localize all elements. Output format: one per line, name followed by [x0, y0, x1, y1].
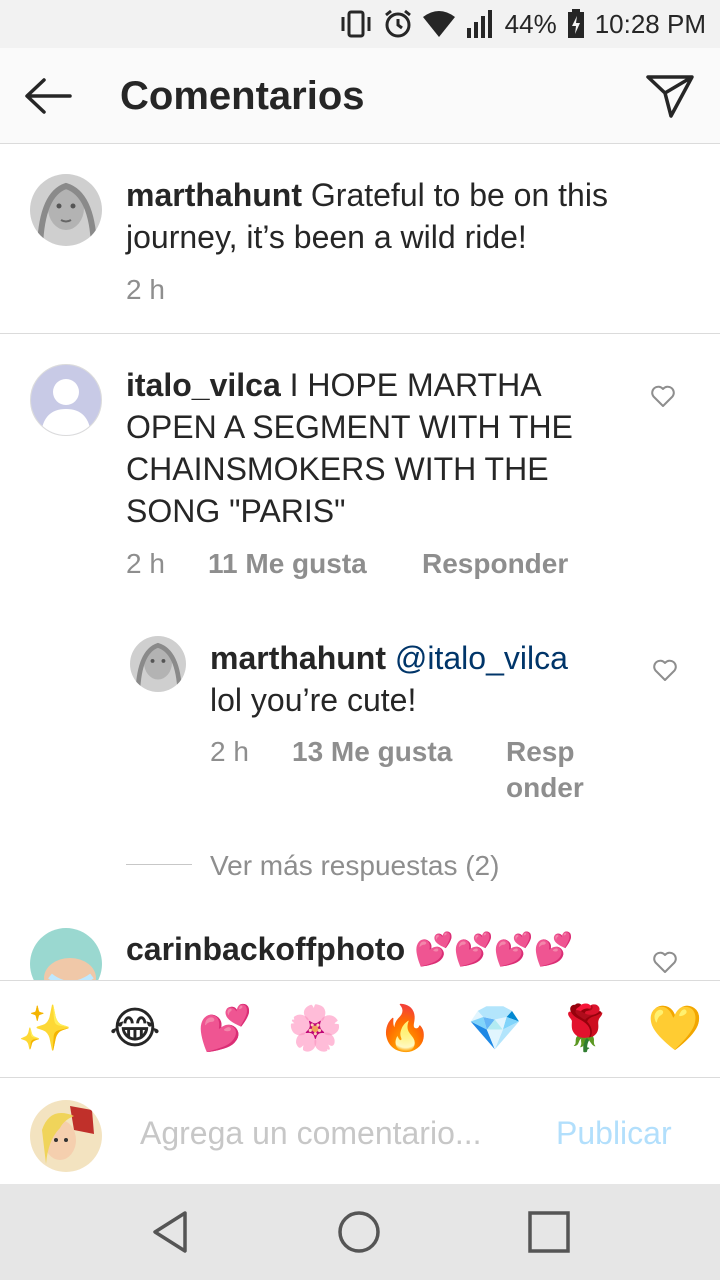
- heart-icon: [651, 385, 675, 407]
- caption-time: 2 h: [126, 274, 165, 305]
- status-bar: 44% 10:28 PM: [0, 0, 720, 48]
- emoji-bar: ✨ 😂 💕 🌸 🔥 💎 🌹 💛: [0, 980, 720, 1078]
- wifi-icon: [422, 11, 455, 37]
- vibrate-icon: [339, 9, 373, 39]
- arrow-left-icon: [25, 78, 72, 114]
- avatar: [30, 1100, 102, 1172]
- comment-likes[interactable]: 11 Me gusta: [208, 546, 367, 582]
- heart-icon: [653, 659, 677, 681]
- home-circle-icon: [338, 1211, 380, 1253]
- emoji-cherry-blossom[interactable]: 🌸: [285, 999, 345, 1059]
- signal-icon: [465, 10, 495, 38]
- avatar[interactable]: [30, 928, 102, 980]
- send-button[interactable]: [642, 68, 698, 124]
- reply-button[interactable]: Resp onder: [506, 734, 584, 806]
- comment-text: carinbackoffphoto 💕💕💕💕: [126, 928, 626, 970]
- system-nav-bar: [0, 1184, 720, 1280]
- like-button[interactable]: [652, 658, 678, 687]
- comment-text: italo_vilca I HOPE MARTHA OPEN A SEGMENT…: [126, 364, 626, 532]
- reply-likes[interactable]: 13 Me gusta: [292, 734, 452, 770]
- emoji-rose[interactable]: 🌹: [555, 999, 615, 1059]
- comment-meta: 2 h: [126, 546, 165, 582]
- emoji-two-hearts[interactable]: 💕: [195, 999, 255, 1059]
- emoji-sparkles[interactable]: ✨: [15, 999, 75, 1059]
- page-title: Comentarios: [120, 74, 365, 118]
- avatar[interactable]: [130, 636, 186, 692]
- battery-icon: [567, 9, 585, 39]
- likes-count[interactable]: 11 Me gusta: [208, 548, 367, 579]
- comment-body: 💕💕💕💕: [414, 931, 574, 967]
- caption-text: marthahunt Grateful to be on this journe…: [126, 174, 666, 258]
- nav-back-button[interactable]: [135, 1202, 205, 1262]
- avatar[interactable]: [30, 364, 102, 436]
- avatar[interactable]: [30, 174, 102, 246]
- likes-count[interactable]: 13 Me gusta: [292, 736, 452, 767]
- paper-plane-icon: [646, 75, 694, 118]
- emoji-tears-of-joy[interactable]: 😂: [105, 999, 165, 1059]
- view-more-line: [126, 864, 192, 865]
- heart-icon: [653, 951, 677, 973]
- partial-comment: carinbackoffphoto 💕💕💕💕: [0, 920, 720, 980]
- header: Comentarios: [0, 48, 720, 144]
- comment-username[interactable]: carinbackoffphoto: [126, 931, 405, 967]
- reply-text: marthahunt @italo_vilca lol you’re cute!: [210, 637, 630, 721]
- nav-home-button[interactable]: [324, 1202, 394, 1262]
- view-more-replies[interactable]: Ver más respuestas (2): [210, 848, 499, 884]
- comment-time: 2 h: [126, 548, 165, 579]
- reply-body: lol you’re cute!: [210, 682, 417, 718]
- back-triangle-icon: [153, 1211, 187, 1253]
- reply-button[interactable]: Responder: [422, 546, 568, 582]
- publish-button[interactable]: Publicar: [556, 1113, 672, 1153]
- reply-label-line1[interactable]: Resp: [506, 736, 574, 767]
- divider: [0, 333, 720, 334]
- nav-recents-button[interactable]: [514, 1202, 584, 1262]
- reply-username[interactable]: marthahunt: [210, 640, 386, 676]
- alarm-icon: [383, 9, 413, 39]
- emoji-yellow-heart[interactable]: 💛: [645, 999, 705, 1059]
- clock: 10:28 PM: [594, 8, 706, 39]
- emoji-gem[interactable]: 💎: [465, 999, 525, 1059]
- reply-label[interactable]: Responder: [422, 548, 568, 579]
- battery-percent: 44%: [504, 8, 557, 39]
- mention-link[interactable]: @italo_vilca: [395, 640, 568, 676]
- back-button[interactable]: [20, 68, 76, 124]
- emoji-fire[interactable]: 🔥: [375, 999, 435, 1059]
- like-button[interactable]: [652, 950, 678, 979]
- comment-username[interactable]: italo_vilca: [126, 367, 281, 403]
- recents-square-icon: [528, 1211, 570, 1253]
- comment-input[interactable]: Agrega un comentario...: [140, 1113, 482, 1153]
- like-button[interactable]: [650, 384, 676, 413]
- reply-label-line2[interactable]: onder: [506, 772, 584, 803]
- reply-time: 2 h: [210, 736, 249, 767]
- caption-username[interactable]: marthahunt: [126, 177, 302, 213]
